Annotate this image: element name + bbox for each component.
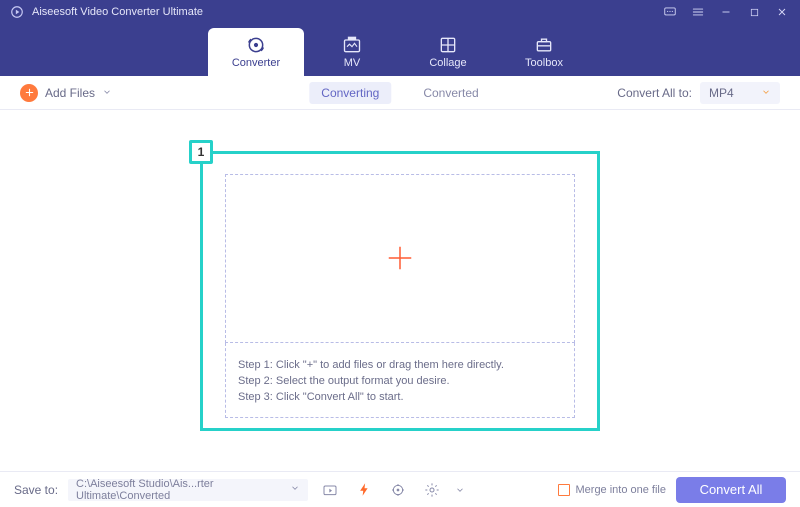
save-path-value: C:\Aiseesoft Studio\Ais...rter Ultimate\… — [76, 478, 290, 502]
format-select[interactable]: MP4 — [700, 82, 780, 104]
titlebar: Aiseesoft Video Converter Ultimate — [0, 0, 800, 24]
format-value: MP4 — [709, 86, 734, 100]
maximize-icon[interactable] — [746, 4, 762, 20]
tab-mv[interactable]: MV — [304, 28, 400, 76]
add-plus-icon[interactable] — [385, 243, 415, 273]
save-path-select[interactable]: C:\Aiseesoft Studio\Ais...rter Ultimate\… — [68, 479, 308, 501]
toolbox-icon — [534, 35, 554, 55]
toolbar: Add Files Converting Converted Convert A… — [0, 76, 800, 110]
tab-label: Collage — [429, 57, 466, 69]
merge-checkbox[interactable]: Merge into one file — [558, 484, 667, 496]
plus-icon — [20, 84, 38, 102]
add-files-label: Add Files — [45, 86, 95, 100]
settings-icon[interactable] — [420, 479, 444, 501]
chevron-down-icon[interactable] — [454, 479, 466, 501]
callout-frame: 1 Step 1: Click "+" to add files or drag… — [200, 151, 600, 431]
merge-label: Merge into one file — [576, 484, 667, 496]
hw-accel-on-icon[interactable] — [352, 479, 376, 501]
minimize-icon[interactable] — [718, 4, 734, 20]
convert-to-label: Convert All to: — [617, 86, 692, 100]
menu-icon[interactable] — [690, 4, 706, 20]
tab-collage[interactable]: Collage — [400, 28, 496, 76]
mv-icon — [342, 35, 362, 55]
callout-badge: 1 — [189, 140, 213, 164]
convert-all-button[interactable]: Convert All — [676, 477, 786, 503]
workspace: 1 Step 1: Click "+" to add files or drag… — [0, 110, 800, 471]
hw-accel-off-icon[interactable] — [386, 479, 410, 501]
tab-converted[interactable]: Converted — [411, 82, 490, 104]
tab-converting[interactable]: Converting — [309, 82, 391, 104]
converter-icon — [246, 35, 266, 55]
app-title: Aiseesoft Video Converter Ultimate — [32, 6, 203, 18]
chevron-down-icon — [290, 483, 300, 496]
chevron-down-icon — [102, 86, 112, 100]
checkbox-box[interactable] — [558, 484, 570, 496]
app-logo-icon — [10, 5, 24, 19]
tab-toolbox[interactable]: Toolbox — [496, 28, 592, 76]
main-tabbar: Converter MV Collage Toolbox — [0, 24, 800, 76]
tab-label: Toolbox — [525, 57, 563, 69]
save-to-label: Save to: — [14, 483, 58, 497]
footer: Save to: C:\Aiseesoft Studio\Ais...rter … — [0, 471, 800, 507]
chevron-down-icon — [761, 86, 771, 100]
status-segment: Converting Converted — [309, 82, 490, 104]
tab-label: MV — [344, 57, 361, 69]
drop-zone[interactable] — [225, 174, 575, 343]
step-2-text: Step 2: Select the output format you des… — [238, 375, 562, 387]
feedback-icon[interactable] — [662, 4, 678, 20]
collage-icon — [438, 35, 458, 55]
step-3-text: Step 3: Click "Convert All" to start. — [238, 391, 562, 403]
open-folder-icon[interactable] — [318, 479, 342, 501]
tab-converter[interactable]: Converter — [208, 28, 304, 76]
tab-label: Converter — [232, 57, 280, 69]
close-icon[interactable] — [774, 4, 790, 20]
step-1-text: Step 1: Click "+" to add files or drag t… — [238, 359, 562, 371]
add-files-button[interactable]: Add Files — [20, 84, 112, 102]
steps-panel: Step 1: Click "+" to add files or drag t… — [225, 343, 575, 418]
convert-all-to: Convert All to: MP4 — [617, 82, 780, 104]
